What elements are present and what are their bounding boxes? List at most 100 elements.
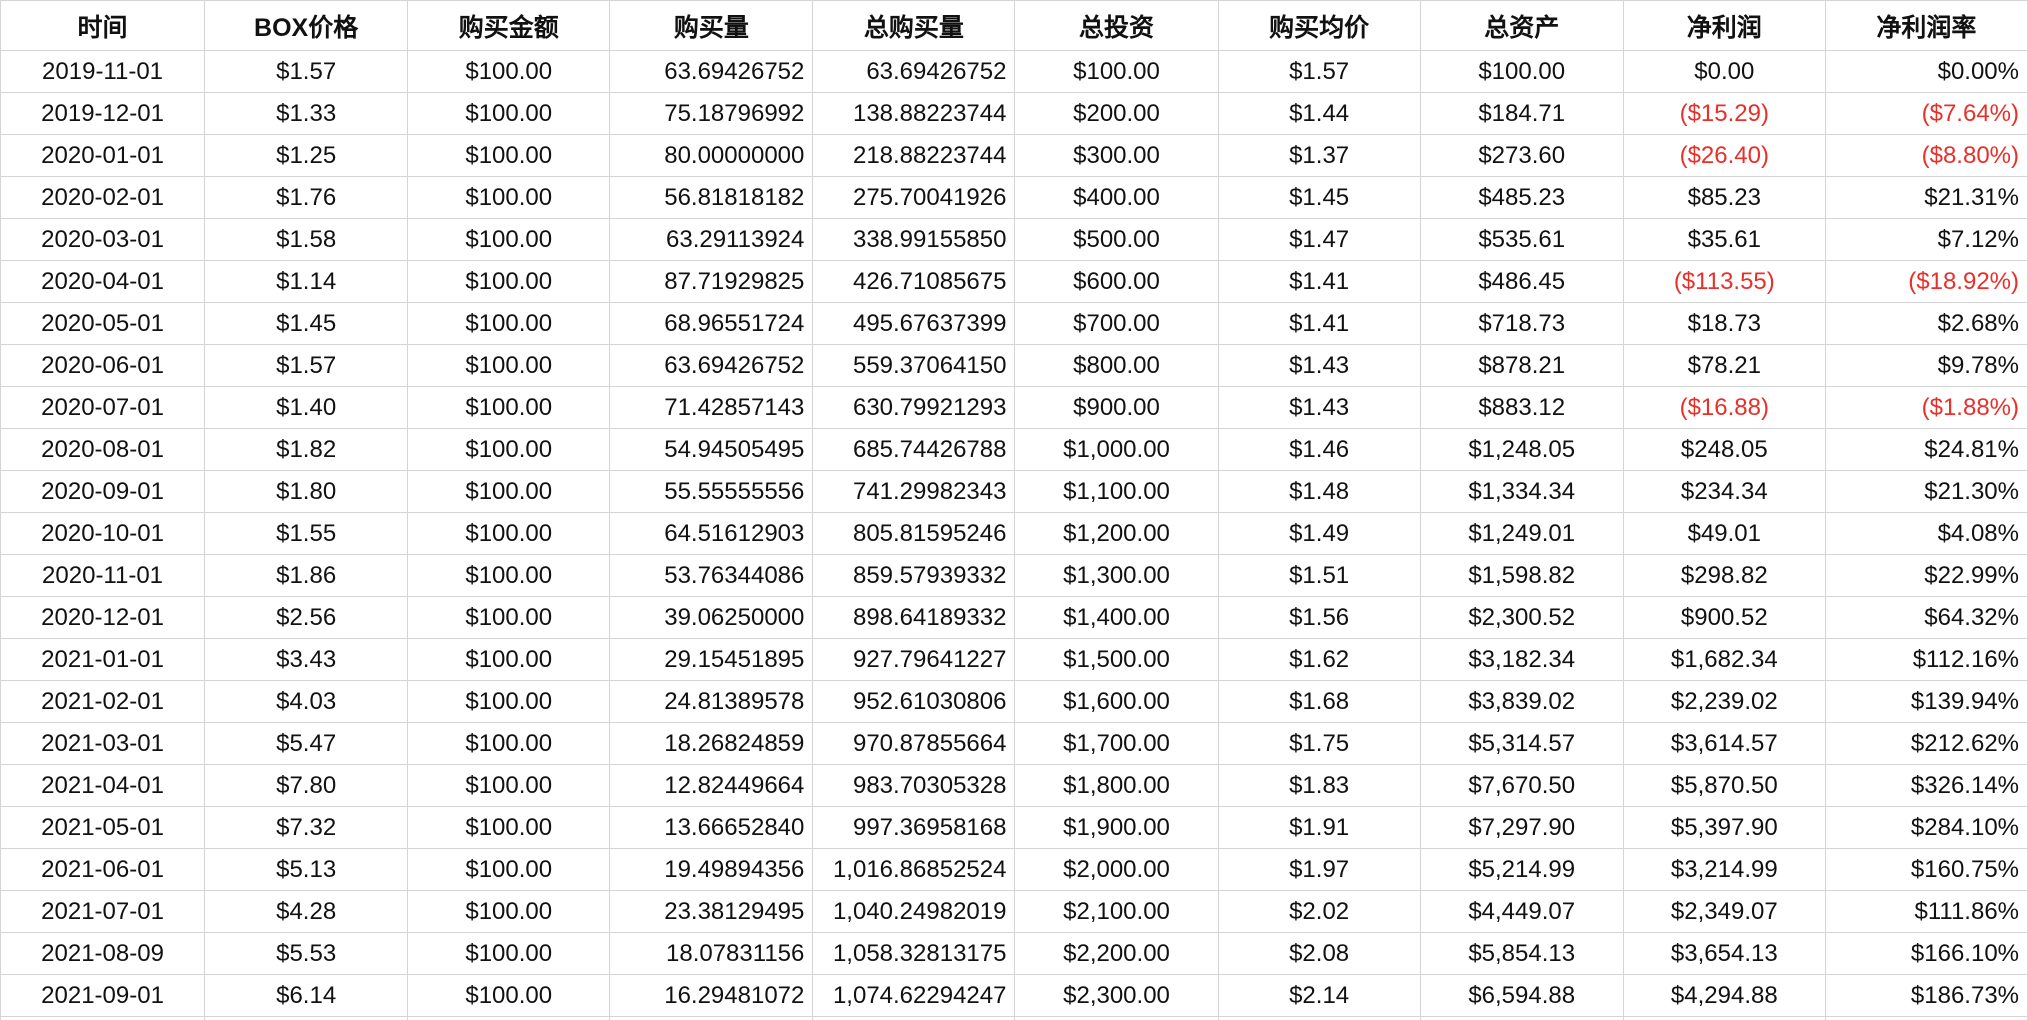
cell-total-assets[interactable]: $3,839.02 xyxy=(1419,680,1624,723)
cell-total-investment[interactable]: $2,100.00 xyxy=(1014,890,1219,933)
cell-total-investment[interactable]: $800.00 xyxy=(1014,344,1219,387)
cell-net-profit-rate[interactable]: $212.62% xyxy=(1824,722,2028,765)
cell-total-assets[interactable]: $1,248.05 xyxy=(1419,428,1624,471)
cell-net-profit-rate[interactable]: $21.30% xyxy=(1824,470,2028,513)
cell-net-profit[interactable]: ($15.29) xyxy=(1622,92,1826,135)
cell-time[interactable]: 2020-10-01 xyxy=(0,512,206,555)
cell-total-investment[interactable]: $1,700.00 xyxy=(1014,722,1219,765)
cell-net-profit[interactable]: $3,654.13 xyxy=(1622,932,1826,975)
cell-purchase-amount[interactable]: $100.00 xyxy=(407,554,611,597)
cell-purchase-quantity[interactable]: 80.00000000 xyxy=(609,134,814,177)
cell-net-profit[interactable]: $5,870.50 xyxy=(1622,764,1826,807)
cell-purchase-quantity[interactable]: 18.07831156 xyxy=(609,932,814,975)
cell-purchase-quantity[interactable]: 16.29481072 xyxy=(609,974,814,1017)
cell-total-investment[interactable]: $100.00 xyxy=(1014,50,1219,93)
cell-total-quantity[interactable]: 426.71085675 xyxy=(812,260,1016,303)
column-header-purchase-amount[interactable]: 购买金额 xyxy=(407,0,611,51)
cell-purchase-amount[interactable]: $100.00 xyxy=(407,596,611,639)
cell-purchase-quantity[interactable]: 29.15451895 xyxy=(609,638,814,681)
cell-net-profit-rate[interactable]: $64.32% xyxy=(1824,596,2028,639)
cell-net-profit[interactable]: $49.01 xyxy=(1622,512,1826,555)
cell-purchase-amount[interactable]: $100.00 xyxy=(407,470,611,513)
column-header-total-investment[interactable]: 总投资 xyxy=(1014,0,1219,51)
cell-box-price[interactable]: $1.76 xyxy=(204,176,409,219)
cell-average-price[interactable]: $1.83 xyxy=(1217,764,1421,807)
cell-purchase-amount[interactable]: $100.00 xyxy=(407,680,611,723)
cell-total-assets[interactable]: $1,249.01 xyxy=(1419,512,1624,555)
cell-box-price[interactable]: $1.86 xyxy=(204,554,409,597)
cell-net-profit-rate[interactable]: $4.08% xyxy=(1824,512,2028,555)
cell-total-assets[interactable]: $718.73 xyxy=(1419,302,1624,345)
cell-total-investment[interactable]: $1,500.00 xyxy=(1014,638,1219,681)
cell-average-price[interactable]: $1.97 xyxy=(1217,848,1421,891)
cell-purchase-quantity[interactable]: 55.55555556 xyxy=(609,470,814,513)
cell-box-price[interactable]: $2.56 xyxy=(204,596,409,639)
empty-cell[interactable] xyxy=(812,1016,1016,1020)
cell-total-quantity[interactable]: 1,058.32813175 xyxy=(812,932,1016,975)
cell-time[interactable]: 2021-03-01 xyxy=(0,722,206,765)
cell-total-quantity[interactable]: 898.64189332 xyxy=(812,596,1016,639)
cell-net-profit[interactable]: $298.82 xyxy=(1622,554,1826,597)
cell-purchase-quantity[interactable]: 24.81389578 xyxy=(609,680,814,723)
cell-box-price[interactable]: $1.80 xyxy=(204,470,409,513)
cell-purchase-amount[interactable]: $100.00 xyxy=(407,260,611,303)
cell-average-price[interactable]: $1.62 xyxy=(1217,638,1421,681)
cell-average-price[interactable]: $1.56 xyxy=(1217,596,1421,639)
empty-cell[interactable] xyxy=(1824,1016,2028,1020)
column-header-total-assets[interactable]: 总资产 xyxy=(1419,0,1624,51)
cell-total-quantity[interactable]: 138.88223744 xyxy=(812,92,1016,135)
cell-average-price[interactable]: $1.41 xyxy=(1217,302,1421,345)
cell-average-price[interactable]: $1.46 xyxy=(1217,428,1421,471)
cell-purchase-quantity[interactable]: 12.82449664 xyxy=(609,764,814,807)
column-header-net-profit[interactable]: 净利润 xyxy=(1622,0,1826,51)
cell-average-price[interactable]: $1.49 xyxy=(1217,512,1421,555)
cell-time[interactable]: 2021-07-01 xyxy=(0,890,206,933)
column-header-total-quantity[interactable]: 总购买量 xyxy=(812,0,1016,51)
empty-cell[interactable] xyxy=(1014,1016,1219,1020)
cell-total-quantity[interactable]: 338.99155850 xyxy=(812,218,1016,261)
cell-box-price[interactable]: $4.03 xyxy=(204,680,409,723)
cell-time[interactable]: 2020-04-01 xyxy=(0,260,206,303)
cell-time[interactable]: 2019-12-01 xyxy=(0,92,206,135)
cell-purchase-amount[interactable]: $100.00 xyxy=(407,344,611,387)
empty-cell[interactable] xyxy=(609,1016,814,1020)
cell-total-assets[interactable]: $7,670.50 xyxy=(1419,764,1624,807)
empty-cell[interactable] xyxy=(204,1016,409,1020)
cell-time[interactable]: 2021-01-01 xyxy=(0,638,206,681)
cell-total-quantity[interactable]: 1,074.62294247 xyxy=(812,974,1016,1017)
cell-total-assets[interactable]: $3,182.34 xyxy=(1419,638,1624,681)
cell-box-price[interactable]: $1.40 xyxy=(204,386,409,429)
cell-total-quantity[interactable]: 983.70305328 xyxy=(812,764,1016,807)
cell-purchase-quantity[interactable]: 23.38129495 xyxy=(609,890,814,933)
cell-total-assets[interactable]: $4,449.07 xyxy=(1419,890,1624,933)
cell-purchase-quantity[interactable]: 53.76344086 xyxy=(609,554,814,597)
cell-box-price[interactable]: $1.25 xyxy=(204,134,409,177)
cell-time[interactable]: 2020-05-01 xyxy=(0,302,206,345)
cell-total-quantity[interactable]: 1,040.24982019 xyxy=(812,890,1016,933)
cell-total-quantity[interactable]: 805.81595246 xyxy=(812,512,1016,555)
cell-average-price[interactable]: $1.91 xyxy=(1217,806,1421,849)
cell-net-profit-rate[interactable]: ($8.80%) xyxy=(1824,134,2028,177)
cell-total-quantity[interactable]: 970.87855664 xyxy=(812,722,1016,765)
cell-time[interactable]: 2020-03-01 xyxy=(0,218,206,261)
cell-time[interactable]: 2020-11-01 xyxy=(0,554,206,597)
cell-net-profit-rate[interactable]: $2.68% xyxy=(1824,302,2028,345)
cell-total-assets[interactable]: $878.21 xyxy=(1419,344,1624,387)
cell-total-quantity[interactable]: 741.29982343 xyxy=(812,470,1016,513)
cell-purchase-amount[interactable]: $100.00 xyxy=(407,134,611,177)
cell-total-investment[interactable]: $2,300.00 xyxy=(1014,974,1219,1017)
cell-average-price[interactable]: $1.68 xyxy=(1217,680,1421,723)
cell-time[interactable]: 2020-02-01 xyxy=(0,176,206,219)
cell-average-price[interactable]: $2.08 xyxy=(1217,932,1421,975)
cell-net-profit[interactable]: ($26.40) xyxy=(1622,134,1826,177)
cell-net-profit[interactable]: $4,294.88 xyxy=(1622,974,1826,1017)
cell-purchase-amount[interactable]: $100.00 xyxy=(407,764,611,807)
empty-cell[interactable] xyxy=(1217,1016,1421,1020)
cell-average-price[interactable]: $1.48 xyxy=(1217,470,1421,513)
cell-total-investment[interactable]: $900.00 xyxy=(1014,386,1219,429)
cell-net-profit[interactable]: $1,682.34 xyxy=(1622,638,1826,681)
cell-purchase-quantity[interactable]: 39.06250000 xyxy=(609,596,814,639)
cell-total-assets[interactable]: $1,334.34 xyxy=(1419,470,1624,513)
cell-box-price[interactable]: $5.53 xyxy=(204,932,409,975)
cell-purchase-quantity[interactable]: 63.29113924 xyxy=(609,218,814,261)
